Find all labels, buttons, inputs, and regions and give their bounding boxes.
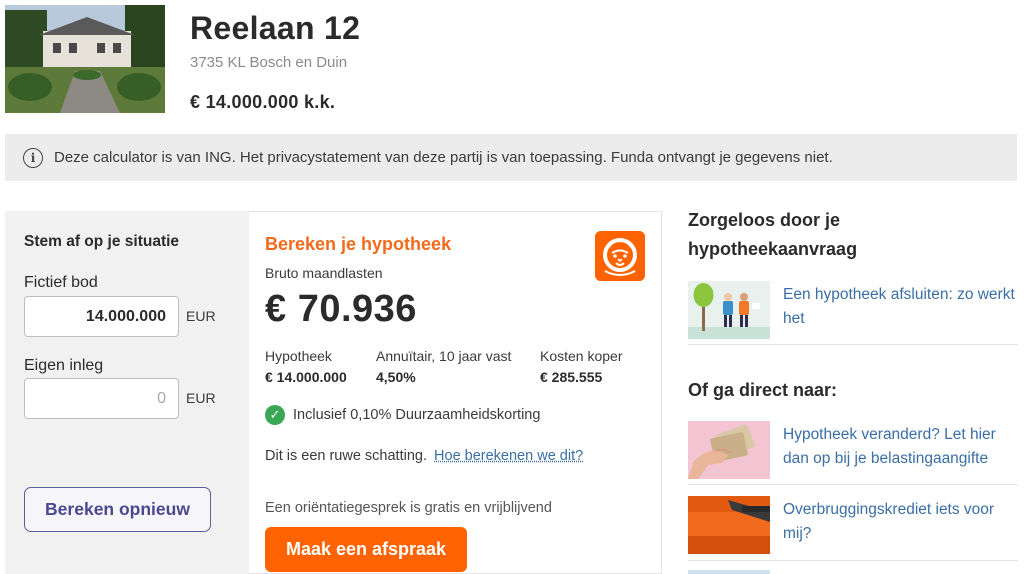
stat-value: € 285.555 [540,369,603,385]
bid-label: Fictief bod [24,274,98,291]
estimate-text: Dit is een ruwe schatting. [265,448,427,464]
situation-heading: Stem af op je situatie [24,233,180,250]
sidebar-heading-line: Zorgeloos door je [688,210,841,230]
mortgage-calculator-panel: Bereken je hypotheek Bruto maandlasten €… [249,211,662,574]
article-card-bridging-loan[interactable]: Overbruggingskrediet iets voor mij? [688,496,1018,556]
article-thumbnail [688,421,770,479]
listing-price: € 14.000.000 k.k. [190,92,336,112]
situation-panel: Stem af op je situatie Fictief bod EUR E… [5,211,249,574]
info-icon: i [23,147,43,168]
article-link[interactable]: Een hypotheek afsluiten: zo werkt het [783,283,1018,331]
stat-mortgage: Hypotheek € 14.000.000 [265,348,347,385]
sidebar-heading-process: Zorgeloos door je hypotheekaanvraag [688,206,857,264]
orientation-text: Een oriëntatiegesprek is gratis en vrijb… [265,500,552,516]
stat-value: 4,50% [376,369,416,385]
savings-label: Eigen inleg [24,357,104,374]
divider [688,344,1018,345]
monthly-amount: € 70.936 [265,288,417,330]
stat-label: Hypotheek [265,348,332,364]
discount-text: Inclusief 0,10% Duurzaamheidskorting [293,407,541,423]
bid-input[interactable] [24,296,179,337]
article-card-mortgage-process[interactable]: Een hypotheek afsluiten: zo werkt het [688,281,1018,341]
divider [688,484,1018,485]
estimate-note: Dit is een ruwe schatting. Hoe berekenen… [265,448,583,464]
check-circle-icon: ✓ [265,405,285,425]
privacy-info-text: Deze calculator is van ING. Het privacys… [54,149,833,166]
stat-buyer-costs: Kosten koper € 285.555 [540,348,623,385]
article-card-tax-return[interactable]: Hypotheek veranderd? Let hier dan op bij… [688,421,1018,481]
privacy-info-banner: i Deze calculator is van ING. Het privac… [5,134,1017,181]
make-appointment-button[interactable]: Maak een afspraak [265,527,467,572]
savings-input[interactable] [24,378,179,419]
savings-unit: EUR [186,390,216,406]
next-article-thumbnail [688,570,770,574]
listing-title: Reelaan 12 [190,10,361,46]
article-link[interactable]: Hypotheek veranderd? Let hier dan op bij… [783,423,1018,471]
article-thumbnail [688,281,770,339]
sustainability-discount: ✓ Inclusief 0,10% Duurzaamheidskorting [265,405,540,425]
article-link[interactable]: Overbruggingskrediet iets voor mij? [783,498,1018,546]
recalculate-button[interactable]: Bereken opnieuw [24,487,211,532]
bid-unit: EUR [186,308,216,324]
stat-value: € 14.000.000 [265,369,347,385]
sidebar-heading-line: hypotheekaanvraag [688,239,858,259]
listing-address: 3735 KL Bosch en Duin [190,54,348,71]
article-thumbnail [688,496,770,554]
stat-interest: Annuïtair, 10 jaar vast 4,50% [376,348,511,385]
listing-photo [5,5,165,113]
calculator-heading: Bereken je hypotheek [265,234,452,254]
stat-label: Annuïtair, 10 jaar vast [376,348,512,364]
stat-label: Kosten koper [540,348,623,364]
sidebar-heading-direct: Of ga direct naar: [688,380,838,400]
how-calculated-link[interactable]: Hoe berekenen we dit? [434,448,583,464]
gross-monthly-label: Bruto maandlasten [265,265,383,281]
ing-lion-logo-icon [595,231,645,281]
divider [688,560,1018,561]
